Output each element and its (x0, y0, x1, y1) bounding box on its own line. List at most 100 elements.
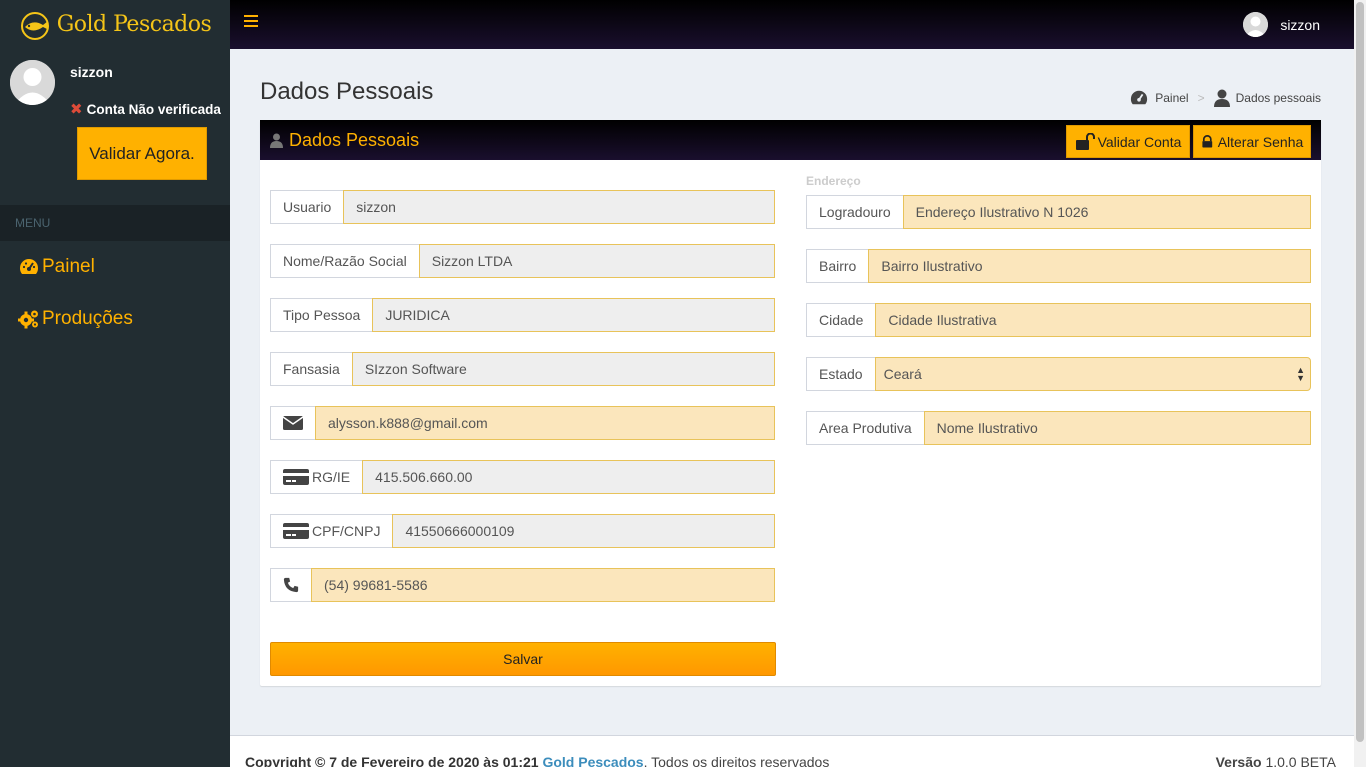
brand-name: Gold Pescados (56, 12, 212, 37)
tipo-pessoa-input[interactable]: JURIDICA (372, 298, 775, 332)
estado-selected-value: Ceará (883, 366, 922, 382)
account-status: ✖ Conta Não verificada (70, 100, 221, 118)
email-input[interactable]: alysson.k888@gmail.com (315, 406, 775, 440)
cidade-label: Cidade (806, 303, 876, 337)
estado-label: Estado (806, 357, 875, 391)
fantasia-label: Fansasia (270, 352, 352, 386)
sidebar: Gold Pescados sizzon ✖ Conta Não verific… (0, 0, 230, 767)
credit-card-icon (283, 523, 309, 539)
sidebar-item-producoes[interactable]: Produções (0, 293, 230, 345)
user-icon (1213, 89, 1230, 107)
lock-icon (1202, 135, 1212, 148)
estado-field: Estado Ceará ▲ ▼ (806, 357, 1311, 391)
scrollbar[interactable] (1354, 0, 1366, 767)
sidebar-item-label: Painel (42, 256, 95, 277)
cidade-field: Cidade Cidade Ilustrativa (806, 303, 1311, 337)
cpf-input[interactable]: 41550666000109 (392, 514, 775, 548)
rg-label: RG/IE (312, 469, 351, 485)
logradouro-label: Logradouro (806, 195, 903, 229)
account-status-text: Conta Não verificada (86, 101, 221, 117)
sidebar-item-label: Produções (42, 308, 133, 329)
change-password-button[interactable]: Alterar Senha (1193, 125, 1311, 158)
logradouro-field: Logradouro Endereço Ilustrativo N 1026 (806, 195, 1311, 229)
estado-select[interactable]: Ceará ▲ ▼ (874, 357, 1311, 391)
dashboard-icon (1131, 90, 1148, 105)
bairro-field: Bairro Bairro Ilustrativo (806, 249, 1311, 283)
breadcrumb-separator: > (1197, 91, 1205, 105)
version-value: 1.0.0 BETA (1265, 754, 1336, 767)
usuario-field: Usuario sizzon (270, 190, 775, 224)
rg-field: RG/IE 415.506.660.00 (270, 460, 775, 494)
usuario-label: Usuario (270, 190, 344, 224)
bairro-input[interactable]: Bairro Ilustrativo (868, 249, 1311, 283)
validate-account-label: Validar Conta (1097, 133, 1182, 150)
credit-card-icon (283, 469, 309, 485)
footer-copyright: Copyright © 7 de Fevereiro de 2020 às 01… (245, 754, 829, 767)
usuario-input[interactable]: sizzon (343, 190, 775, 224)
fantasia-input[interactable]: SIzzon Software (351, 352, 775, 386)
logo[interactable]: Gold Pescados (0, 0, 230, 49)
box-title: Dados Pessoais (270, 130, 419, 151)
area-produtiva-input[interactable]: Nome Ilustrativo (923, 411, 1311, 445)
cpf-field: CPF/CNPJ 41550666000109 (270, 514, 775, 548)
scrollbar-thumb[interactable] (1356, 2, 1364, 742)
breadcrumb: Painel > Dados pessoais (1129, 89, 1321, 107)
fantasia-field: Fansasia SIzzon Software (270, 352, 775, 386)
unlock-icon (1075, 133, 1095, 150)
validate-account-button[interactable]: Validar Conta (1066, 125, 1190, 158)
avatar (10, 60, 55, 105)
nome-field: Nome/Razão Social Sizzon LTDA (270, 244, 775, 278)
tipo-pessoa-field: Tipo Pessoa JURIDICA (270, 298, 775, 332)
menu-header: MENU (0, 205, 230, 241)
address-section-label: Endereço (806, 174, 861, 188)
nome-input[interactable]: Sizzon LTDA (418, 244, 775, 278)
logradouro-input[interactable]: Endereço Ilustrativo N 1026 (902, 195, 1311, 229)
phone-addon (270, 568, 311, 602)
user-menu[interactable]: sizzon (1243, 12, 1320, 37)
save-button[interactable]: Salvar (270, 642, 776, 676)
validate-now-button[interactable]: Validar Agora. (77, 127, 207, 180)
cidade-input[interactable]: Cidade Ilustrativa (875, 303, 1311, 337)
cpf-label: CPF/CNPJ (312, 523, 381, 539)
avatar (1243, 12, 1269, 37)
sidebar-user-name: sizzon (70, 64, 113, 80)
phone-icon (283, 577, 299, 593)
user-panel: sizzon ✖ Conta Não verificada Validar Ag… (0, 49, 230, 205)
phone-input[interactable]: (54) 99681-5586 (311, 568, 775, 602)
tipo-pessoa-label: Tipo Pessoa (270, 298, 373, 332)
box-title-text: Dados Pessoais (289, 129, 420, 150)
change-password-label: Alterar Senha (1217, 133, 1304, 150)
footer-brand-link[interactable]: Gold Pescados (542, 754, 643, 767)
breadcrumb-dados-pessoais: Dados pessoais (1235, 91, 1321, 105)
footer-version: Versão 1.0.0 BETA (1216, 754, 1336, 767)
user-avatar-icon (1243, 12, 1269, 37)
close-icon: ✖ (70, 101, 83, 118)
cogs-icon (18, 310, 38, 329)
dashboard-icon (19, 259, 39, 274)
version-label: Versão (1215, 754, 1262, 767)
breadcrumb-painel[interactable]: Painel (1155, 91, 1188, 105)
sidebar-item-painel[interactable]: Painel (0, 241, 230, 293)
user-icon (270, 133, 283, 148)
cpf-addon: CPF/CNPJ (270, 514, 393, 548)
rg-input[interactable]: 415.506.660.00 (362, 460, 775, 494)
email-addon (270, 406, 315, 440)
select-arrows-icon: ▲ ▼ (1296, 365, 1305, 383)
area-produtiva-field: Area Produtiva Nome Ilustrativo (806, 411, 1311, 445)
footer-rights: . Todos os direitos reservados (643, 754, 830, 767)
area-produtiva-label: Area Produtiva (806, 411, 924, 445)
copyright-text: Copyright © 7 de Fevereiro de 2020 às 01… (245, 754, 539, 767)
hamburger-menu-icon[interactable] (244, 15, 258, 29)
nome-label: Nome/Razão Social (270, 244, 419, 278)
fish-logo-icon (20, 11, 49, 40)
topbar: sizzon (230, 0, 1354, 49)
bairro-label: Bairro (806, 249, 869, 283)
phone-field: (54) 99681-5586 (270, 568, 775, 602)
topbar-user-name: sizzon (1280, 16, 1320, 33)
user-avatar-icon (10, 60, 55, 105)
footer: Copyright © 7 de Fevereiro de 2020 às 01… (230, 735, 1354, 767)
page-title: Dados Pessoais (260, 78, 434, 105)
email-field: alysson.k888@gmail.com (270, 406, 775, 440)
envelope-icon (282, 416, 304, 430)
rg-addon: RG/IE (270, 460, 363, 494)
